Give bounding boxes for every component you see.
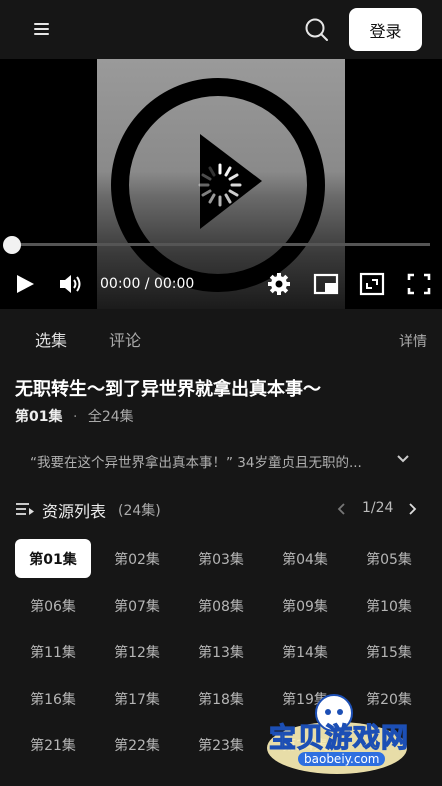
episode-button[interactable]: 第11集 <box>15 632 91 671</box>
episode-button[interactable]: 第01集 <box>15 539 91 578</box>
watermark-logo: 宝贝游戏网 baobeiy.com <box>262 688 412 778</box>
page-indicator: 1/24 <box>362 500 394 516</box>
chevron-left-icon[interactable] <box>335 502 349 516</box>
episode-button[interactable]: 第08集 <box>183 586 259 625</box>
episode-button[interactable]: 第16集 <box>15 679 91 718</box>
episode-button[interactable]: 第21集 <box>15 725 91 764</box>
picture-in-picture-icon[interactable] <box>313 270 339 298</box>
episode-button[interactable]: 第05集 <box>351 539 427 578</box>
search-icon[interactable] <box>304 17 330 43</box>
episode-button[interactable]: 第15集 <box>351 632 427 671</box>
episode-button[interactable]: 第18集 <box>183 679 259 718</box>
video-player[interactable]: 00:00 / 00:00 <box>0 59 442 309</box>
progress-bar[interactable] <box>12 243 430 246</box>
meta-separator: · <box>72 409 78 425</box>
episode-button[interactable]: 第03集 <box>183 539 259 578</box>
resource-list-label: 资源列表 <box>42 502 107 521</box>
episode-button[interactable]: 第02集 <box>99 539 175 578</box>
watermark-text: 宝贝游戏网 <box>268 722 409 754</box>
episode-button[interactable]: 第17集 <box>99 679 175 718</box>
episode-button[interactable]: 第04集 <box>267 539 343 578</box>
episode-button[interactable]: 第12集 <box>99 632 175 671</box>
episode-button[interactable]: 第22集 <box>99 725 175 764</box>
episode-button[interactable]: 第13集 <box>183 632 259 671</box>
play-icon[interactable] <box>14 270 36 298</box>
tab-details[interactable]: 详情 <box>399 331 427 351</box>
current-episode: 第01集 <box>15 409 63 425</box>
theater-mode-icon[interactable] <box>359 270 385 298</box>
episode-button[interactable]: 第06集 <box>15 586 91 625</box>
resource-list-header: 资源列表 (24集) 1/24 <box>15 498 427 521</box>
show-description[interactable]: “我要在这个异世界拿出真本事！” 34岁童贞且无职的... <box>30 451 385 471</box>
login-button[interactable]: 登录 <box>349 8 422 51</box>
episode-button[interactable]: 第23集 <box>183 725 259 764</box>
tab-bar: 选集 评论 详情 <box>0 309 442 365</box>
hamburger-menu-icon[interactable] <box>34 23 49 35</box>
episode-button[interactable]: 第10集 <box>351 586 427 625</box>
watermark-url: baobeiy.com <box>298 752 386 766</box>
resource-count: (24集) <box>118 503 161 519</box>
episode-meta: 第01集 · 全24集 <box>15 406 134 426</box>
chevron-right-icon[interactable] <box>405 502 419 516</box>
episode-total: 全24集 <box>87 409 134 425</box>
tab-comments[interactable]: 评论 <box>109 327 141 351</box>
top-bar: 登录 <box>0 0 442 59</box>
settings-icon[interactable] <box>266 270 292 298</box>
chevron-down-icon[interactable] <box>396 454 410 464</box>
fullscreen-icon[interactable] <box>406 270 432 298</box>
time-display: 00:00 / 00:00 <box>100 276 195 292</box>
show-title: 无职转生～到了异世界就拿出真本事～ <box>15 379 321 400</box>
episode-button[interactable]: 第09集 <box>267 586 343 625</box>
volume-icon[interactable] <box>58 270 84 298</box>
episode-button[interactable]: 第07集 <box>99 586 175 625</box>
episode-button[interactable]: 第14集 <box>267 632 343 671</box>
progress-thumb[interactable] <box>3 236 21 254</box>
list-icon <box>16 503 34 515</box>
tab-episodes[interactable]: 选集 <box>35 327 67 351</box>
